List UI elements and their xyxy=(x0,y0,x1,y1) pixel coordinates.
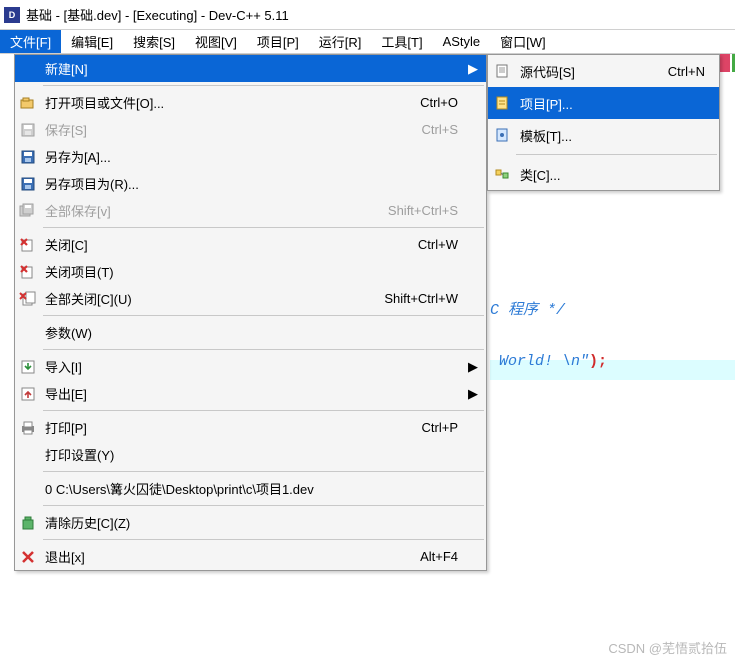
file-menu-item[interactable]: 关闭[C]Ctrl+W xyxy=(15,231,486,258)
menu-edit[interactable]: 编辑[E] xyxy=(61,30,123,53)
code-editor-fragment[interactable]: C 程序 */ World! \n"); xyxy=(490,264,607,404)
file-menu-item[interactable]: 打印[P]Ctrl+P xyxy=(15,414,486,441)
menu-tools[interactable]: 工具[T] xyxy=(371,30,432,53)
closered2-icon xyxy=(15,291,41,307)
closered-icon xyxy=(15,264,41,280)
file-menu-item[interactable]: 参数(W) xyxy=(15,319,486,346)
file-menu-item[interactable]: 全部关闭[C](U)Shift+Ctrl+W xyxy=(15,285,486,312)
file-menu-item[interactable]: 打印设置(Y) xyxy=(15,441,486,468)
menu-file[interactable]: 文件[F] xyxy=(0,30,61,53)
menu-separator xyxy=(43,315,484,316)
clear-icon xyxy=(15,515,41,531)
file-menu-dropdown: 新建[N]▶打开项目或文件[O]...Ctrl+O保存[S]Ctrl+S另存为[… xyxy=(14,54,487,571)
code-comment: C 程序 */ xyxy=(490,298,607,319)
menu-item-label: 另存项目为(R)... xyxy=(41,174,366,193)
file-menu-item[interactable]: 清除历史[C](Z) xyxy=(15,509,486,536)
menu-separator xyxy=(516,154,717,155)
watermark: CSDN @芜悟贰拾伍 xyxy=(608,638,727,657)
menu-item-label: 关闭[C] xyxy=(41,235,366,254)
window-title: 基础 - [基础.dev] - [Executing] - Dev-C++ 5.… xyxy=(26,5,289,24)
menu-item-label: 新建[N] xyxy=(41,59,366,78)
print-icon xyxy=(15,420,41,436)
file-menu-item[interactable]: 退出[x]Alt+F4 xyxy=(15,543,486,570)
toolbar-fragment xyxy=(720,54,735,72)
menu-astyle[interactable]: AStyle xyxy=(433,30,491,53)
save-icon xyxy=(15,149,41,165)
menu-search[interactable]: 搜索[S] xyxy=(123,30,185,53)
file-menu-item[interactable]: 新建[N] ▶ xyxy=(15,55,486,82)
title-bar: D 基础 - [基础.dev] - [Executing] - Dev-C++ … xyxy=(0,0,735,30)
menu-separator xyxy=(43,349,484,350)
export-icon xyxy=(15,386,41,402)
file-menu-item[interactable]: 保存[S]Ctrl+S xyxy=(15,116,486,143)
menu-separator xyxy=(43,227,484,228)
menu-item-label: 导出[E] xyxy=(41,384,366,403)
menu-run[interactable]: 运行[R] xyxy=(309,30,372,53)
save-icon xyxy=(15,176,41,192)
file-menu-item[interactable]: 导出[E] ▶ xyxy=(15,380,486,407)
file-menu-item[interactable]: 另存项目为(R)... xyxy=(15,170,486,197)
file-menu-item[interactable]: 关闭项目(T) xyxy=(15,258,486,285)
menu-bar: 文件[F] 编辑[E] 搜索[S] 视图[V] 项目[P] 运行[R] 工具[T… xyxy=(0,30,735,54)
menu-project[interactable]: 项目[P] xyxy=(247,30,309,53)
menu-separator xyxy=(43,471,484,472)
menu-item-shortcut: Ctrl+O xyxy=(366,95,486,110)
menu-item-label: 清除历史[C](Z) xyxy=(41,513,366,532)
submenu-item-shortcut: Ctrl+N xyxy=(639,64,719,79)
app-icon: D xyxy=(4,7,20,23)
menu-window[interactable]: 窗口[W] xyxy=(490,30,556,53)
menu-item-label: 全部关闭[C](U) xyxy=(41,289,366,308)
menu-item-shortcut: Ctrl+W xyxy=(366,237,486,252)
save-icon xyxy=(15,122,41,138)
menu-item-label: 参数(W) xyxy=(41,323,366,342)
project-icon xyxy=(488,95,516,111)
file-menu-item[interactable]: 导入[I] ▶ xyxy=(15,353,486,380)
menu-item-shortcut: Ctrl+S xyxy=(366,122,486,137)
menu-item-label: 打印[P] xyxy=(41,418,366,437)
menu-item-label: 0 C:\Users\篝火囚徒\Desktop\print\c\项目1.dev xyxy=(41,479,366,498)
new-submenu-item[interactable]: 模板[T]... xyxy=(488,119,719,151)
file-menu-item[interactable]: 0 C:\Users\篝火囚徒\Desktop\print\c\项目1.dev xyxy=(15,475,486,502)
exit-icon xyxy=(15,549,41,565)
menu-item-label: 打开项目或文件[O]... xyxy=(41,93,366,112)
menu-item-label: 导入[I] xyxy=(41,357,366,376)
menu-view[interactable]: 视图[V] xyxy=(185,30,247,53)
class-icon xyxy=(488,166,516,182)
menu-separator xyxy=(43,539,484,540)
submenu-item-label: 源代码[S] xyxy=(516,62,639,81)
source-icon xyxy=(488,63,516,79)
menu-item-label: 关闭项目(T) xyxy=(41,262,366,281)
saveall-icon xyxy=(15,203,41,219)
submenu-arrow-icon: ▶ xyxy=(468,61,478,77)
new-submenu-item[interactable]: 项目[P]... xyxy=(488,87,719,119)
menu-separator xyxy=(43,410,484,411)
template-icon xyxy=(488,127,516,143)
open-icon xyxy=(15,95,41,111)
submenu-item-label: 模板[T]... xyxy=(516,126,639,145)
submenu-item-label: 类[C]... xyxy=(516,165,639,184)
menu-item-label: 全部保存[v] xyxy=(41,201,366,220)
file-menu-item[interactable]: 打开项目或文件[O]...Ctrl+O xyxy=(15,89,486,116)
menu-item-shortcut: Ctrl+P xyxy=(366,420,486,435)
closered-icon xyxy=(15,237,41,253)
file-menu-item[interactable]: 另存为[A]... xyxy=(15,143,486,170)
menu-item-shortcut: Shift+Ctrl+W xyxy=(366,291,486,306)
menu-separator xyxy=(43,505,484,506)
import-icon xyxy=(15,359,41,375)
submenu-arrow-icon: ▶ xyxy=(468,359,478,375)
menu-item-shortcut: Alt+F4 xyxy=(366,549,486,564)
code-printf-line: World! \n"); xyxy=(490,353,607,370)
new-submenu-item[interactable]: 类[C]... xyxy=(488,158,719,190)
menu-separator xyxy=(43,85,484,86)
new-submenu: 源代码[S]Ctrl+N项目[P]...模板[T]...类[C]... xyxy=(487,54,720,191)
file-menu-item[interactable]: 全部保存[v]Shift+Ctrl+S xyxy=(15,197,486,224)
submenu-item-label: 项目[P]... xyxy=(516,94,639,113)
new-submenu-item[interactable]: 源代码[S]Ctrl+N xyxy=(488,55,719,87)
menu-item-label: 打印设置(Y) xyxy=(41,445,366,464)
menu-item-label: 另存为[A]... xyxy=(41,147,366,166)
menu-item-shortcut: Shift+Ctrl+S xyxy=(366,203,486,218)
menu-item-label: 保存[S] xyxy=(41,120,366,139)
submenu-arrow-icon: ▶ xyxy=(468,386,478,402)
menu-item-label: 退出[x] xyxy=(41,547,366,566)
